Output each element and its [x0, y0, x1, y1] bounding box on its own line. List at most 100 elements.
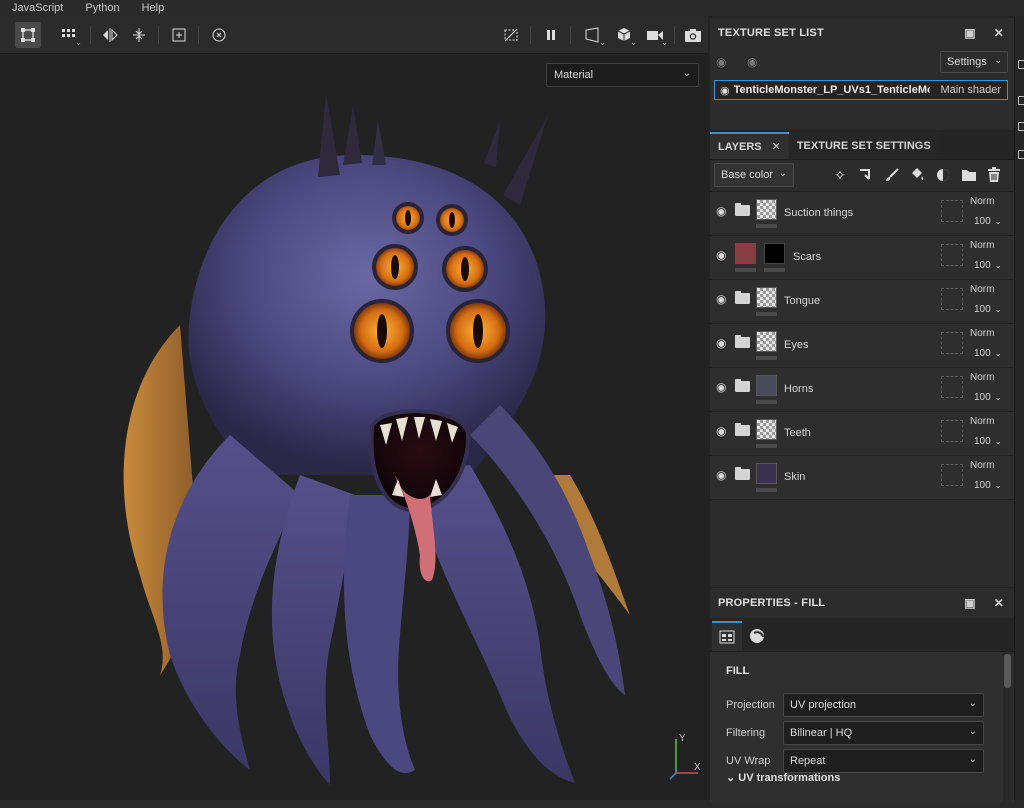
chevron-down-icon: ⌄ — [994, 55, 1002, 65]
delete-trash-icon[interactable] — [984, 165, 1004, 185]
opacity-value[interactable]: 100 ⌄ — [974, 436, 1001, 447]
layer-name: Skin — [784, 471, 806, 483]
mask-slot[interactable] — [941, 464, 963, 486]
texture-set-item[interactable]: ◉ TenticleMonster_LP_UVs1_TenticleMonste… — [714, 80, 1008, 100]
add-folder-icon[interactable] — [959, 165, 979, 185]
eye-icon[interactable]: ◉ — [747, 55, 757, 69]
3d-viewport[interactable]: Material ⌄ Y X — [0, 55, 708, 800]
layer-row[interactable]: ◉ Scars Norm 100 ⌄ — [710, 236, 1014, 280]
mask-slot[interactable] — [941, 332, 963, 354]
side-tool-icon[interactable] — [1018, 122, 1024, 131]
blend-mode[interactable]: Norm — [970, 240, 994, 251]
blend-mode[interactable]: Norm — [970, 372, 994, 383]
symmetry-icon[interactable] — [97, 22, 123, 48]
mask-thumbnail — [764, 243, 785, 264]
properties-panel: PROPERTIES - FILL ▣ ✕ FILL Projection UV… — [710, 588, 1014, 802]
visibility-eye-icon[interactable]: ◉ — [716, 292, 726, 306]
reset-camera-icon[interactable] — [206, 22, 232, 48]
fill-properties-tab-icon[interactable] — [712, 621, 742, 651]
layer-row[interactable]: ◉ Horns Norm 100 ⌄ — [710, 368, 1014, 412]
align-icon[interactable] — [126, 22, 152, 48]
hide-all-eye-icon[interactable]: ◉ — [716, 55, 726, 69]
screenshot-camera-icon[interactable] — [680, 22, 706, 48]
blend-mode[interactable]: Norm — [970, 416, 994, 427]
visibility-eye-icon[interactable]: ◉ — [716, 204, 726, 218]
opacity-number: 100 — [974, 348, 991, 359]
blend-mode[interactable]: Norm — [970, 284, 994, 295]
layer-thumbnail — [756, 287, 777, 308]
frame-selection-icon[interactable] — [166, 22, 192, 48]
visibility-eye-icon[interactable]: ◉ — [716, 248, 726, 262]
opacity-value[interactable]: 100 ⌄ — [974, 348, 1001, 359]
pause-icon[interactable] — [538, 22, 564, 48]
undock-icon[interactable]: ▣ — [964, 596, 976, 610]
add-fill-bucket-icon[interactable] — [907, 165, 927, 185]
folder-icon — [735, 423, 750, 436]
add-effect-wand-icon[interactable]: ✧ — [830, 165, 850, 185]
layer-row[interactable]: ◉ Suction things Norm 100 ⌄ — [710, 192, 1014, 236]
hide-overlay-icon[interactable] — [498, 22, 524, 48]
add-mask-icon[interactable] — [933, 165, 953, 185]
camera-video-icon[interactable]: ⌄ — [642, 22, 668, 48]
mask-slot[interactable] — [941, 200, 963, 222]
projection-select[interactable]: UV projection ⌄ — [783, 693, 984, 717]
blend-mode[interactable]: Norm — [970, 460, 994, 471]
layer-name: Horns — [784, 383, 814, 395]
menu-javascript[interactable]: JavaScript — [12, 2, 63, 14]
close-icon[interactable]: ✕ — [994, 26, 1004, 40]
shading-mode-select[interactable]: Material ⌄ — [546, 63, 699, 87]
layer-row[interactable]: ◉ Eyes Norm 100 ⌄ — [710, 324, 1014, 368]
menu-help[interactable]: Help — [142, 2, 165, 14]
layer-row[interactable]: ◉ Skin Norm 100 ⌄ — [710, 456, 1014, 500]
visibility-eye-icon[interactable]: ◉ — [716, 380, 726, 394]
perspective-view-icon[interactable]: ⌄ — [580, 22, 606, 48]
filtering-select[interactable]: Bilinear | HQ ⌄ — [783, 721, 984, 745]
material-sphere-tab-icon[interactable] — [742, 621, 772, 651]
tab-texture-set-settings[interactable]: TEXTURE SET SETTINGS — [788, 132, 939, 159]
opacity-value[interactable]: 100 ⌄ — [974, 304, 1001, 315]
visibility-eye-icon[interactable]: ◉ — [716, 336, 726, 350]
display-cube-icon[interactable]: ⌄ — [611, 22, 637, 48]
layer-row[interactable]: ◉ Tongue Norm 100 ⌄ — [710, 280, 1014, 324]
menu-python[interactable]: Python — [85, 2, 119, 14]
viewport-toolbar: ⌄ ⌄ ⌄ ⌄ — [0, 16, 708, 54]
tentacle-monster-model[interactable] — [0, 55, 708, 800]
uv-wrap-select[interactable]: Repeat ⌄ — [783, 749, 984, 773]
settings-select[interactable]: Settings ⌄ — [940, 51, 1008, 73]
add-generator-icon[interactable] — [855, 165, 875, 185]
blend-mode[interactable]: Norm — [970, 328, 994, 339]
properties-scrollbar[interactable] — [1003, 652, 1012, 802]
mask-slot[interactable] — [941, 376, 963, 398]
channel-select[interactable]: Base color ⌄ — [714, 163, 794, 187]
opacity-value[interactable]: 100 ⌄ — [974, 260, 1001, 271]
visibility-eye-icon[interactable]: ◉ — [720, 84, 730, 97]
channel-select-value: Base color — [721, 169, 773, 181]
selection-mode-icon[interactable] — [15, 22, 41, 48]
texture-set-list-panel: TEXTURE SET LIST ▣ ✕ ◉ ◉ Settings ⌄ ◉ Te… — [710, 18, 1014, 130]
close-icon[interactable]: ✕ — [772, 140, 781, 153]
add-paint-brush-icon[interactable] — [882, 165, 902, 185]
opacity-value[interactable]: 100 ⌄ — [974, 216, 1001, 227]
visibility-eye-icon[interactable]: ◉ — [716, 424, 726, 438]
side-tool-icon[interactable] — [1018, 96, 1024, 105]
blend-mode[interactable]: Norm — [970, 196, 994, 207]
opacity-value[interactable]: 100 ⌄ — [974, 480, 1001, 491]
panel-title: TEXTURE SET LIST — [718, 27, 824, 39]
layers-tabs: LAYERS ✕ TEXTURE SET SETTINGS — [710, 132, 1014, 160]
side-tool-icon[interactable] — [1018, 150, 1024, 159]
layer-row[interactable]: ◉ Teeth Norm 100 ⌄ — [710, 412, 1014, 456]
uv-transformations-toggle[interactable]: ⌄ UV transformations — [726, 771, 840, 784]
layer-name: Teeth — [784, 427, 811, 439]
opacity-value[interactable]: 100 ⌄ — [974, 392, 1001, 403]
mask-slot[interactable] — [941, 288, 963, 310]
close-icon[interactable]: ✕ — [994, 596, 1004, 610]
axis-gizmo: Y X — [666, 733, 706, 783]
tab-layers[interactable]: LAYERS ✕ — [710, 132, 789, 159]
mask-slot[interactable] — [941, 244, 963, 266]
visibility-eye-icon[interactable]: ◉ — [716, 468, 726, 482]
side-tool-icon[interactable] — [1018, 60, 1024, 69]
grid-dots-icon[interactable]: ⌄ — [56, 22, 82, 48]
undock-icon[interactable]: ▣ — [964, 26, 976, 40]
mask-slot[interactable] — [941, 420, 963, 442]
tab-settings-label: TEXTURE SET SETTINGS — [796, 139, 931, 152]
